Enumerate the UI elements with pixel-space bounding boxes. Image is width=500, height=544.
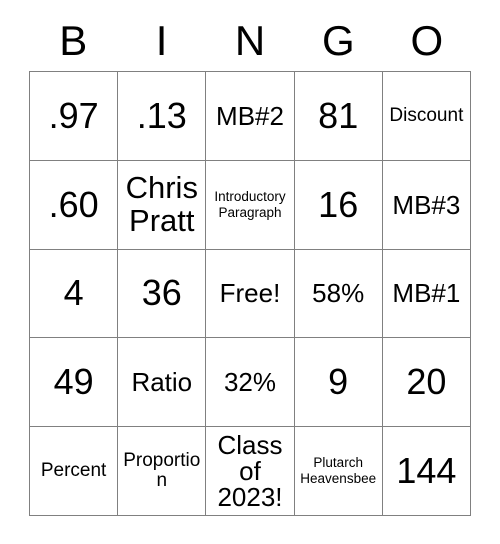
bingo-cell-label: .97	[48, 94, 99, 136]
bingo-cell-label: 81	[318, 94, 359, 136]
bingo-cell-label: Class of 2023!	[217, 430, 283, 513]
bingo-cell-label: MB#3	[392, 189, 461, 220]
bingo-cell-label: .60	[48, 183, 99, 225]
bingo-cell-label: Percent	[40, 460, 107, 482]
header-letter-b: B	[59, 16, 88, 64]
bingo-cell[interactable]: Free!	[206, 249, 295, 339]
bingo-cell-label: MB#2	[216, 100, 284, 131]
bingo-cell[interactable]: Proportion	[118, 427, 207, 516]
bingo-cell[interactable]: Ratio	[118, 338, 207, 428]
bingo-cell[interactable]: 144	[382, 427, 471, 516]
bingo-cell[interactable]: 49	[30, 338, 119, 428]
bingo-cell-label: Free!	[219, 278, 281, 309]
bingo-cell-label: Ratio	[131, 367, 193, 398]
header-letter-n: N	[234, 16, 266, 64]
bingo-cell-label: 36	[141, 272, 182, 314]
header-letter-g: G	[322, 16, 355, 64]
bingo-cell[interactable]: 4	[30, 249, 119, 339]
bingo-cell[interactable]: 36	[118, 249, 207, 339]
bingo-cell-label: 16	[318, 183, 359, 225]
bingo-cell[interactable]: Introductory Paragraph	[206, 160, 295, 250]
bingo-cell[interactable]: 58%	[294, 249, 383, 339]
bingo-cell[interactable]: Plutarch Heavensbee	[294, 427, 383, 516]
bingo-grid: .97 .13 MB#2 81 Discount .60 Chris Pratt Introd…	[29, 71, 471, 516]
bingo-cell-label: .13	[136, 94, 187, 136]
bingo-cell[interactable]: MB#3	[382, 160, 471, 250]
bingo-cell[interactable]: .97	[30, 72, 119, 161]
bingo-cell[interactable]: Discount	[382, 72, 471, 161]
bingo-cell[interactable]: MB#1	[382, 249, 471, 339]
header-letter-i: I	[155, 16, 168, 64]
bingo-cell-label: 144	[396, 450, 457, 491]
bingo-cell-label: 20	[406, 361, 447, 403]
bingo-cell-label: 58%	[312, 278, 365, 309]
bingo-cell-label: Proportion	[123, 449, 201, 492]
bingo-cell[interactable]: Class of 2023!	[206, 427, 295, 516]
bingo-cell[interactable]: 20	[382, 338, 471, 428]
bingo-cell[interactable]: .60	[30, 160, 119, 250]
bingo-cell[interactable]: Chris Pratt	[118, 160, 207, 250]
bingo-cell[interactable]: Percent	[30, 427, 119, 516]
bingo-header-row: B I N G O	[29, 10, 471, 71]
bingo-card: B I N G O .97 .13 MB#2 81 Discount .60 Chris P…	[29, 10, 471, 516]
bingo-cell-label: Chris Pratt	[125, 169, 198, 238]
bingo-cell-label: Introductory Paragraph	[214, 188, 286, 220]
bingo-cell-label: 4	[63, 272, 84, 314]
bingo-cell-label: Plutarch Heavensbee	[300, 455, 377, 487]
bingo-cell-label: 49	[53, 361, 94, 403]
bingo-cell[interactable]: 9	[294, 338, 383, 428]
bingo-cell[interactable]: 32%	[206, 338, 295, 428]
header-letter-o: O	[410, 16, 444, 64]
bingo-cell-label: 9	[328, 361, 349, 403]
bingo-cell[interactable]: 81	[294, 72, 383, 161]
bingo-cell[interactable]: .13	[118, 72, 207, 161]
bingo-cell-label: Discount	[389, 104, 464, 126]
bingo-cell-label: 32%	[223, 367, 277, 398]
bingo-cell-label: MB#1	[392, 278, 461, 309]
bingo-cell[interactable]: 16	[294, 160, 383, 250]
bingo-cell[interactable]: MB#2	[206, 72, 295, 161]
